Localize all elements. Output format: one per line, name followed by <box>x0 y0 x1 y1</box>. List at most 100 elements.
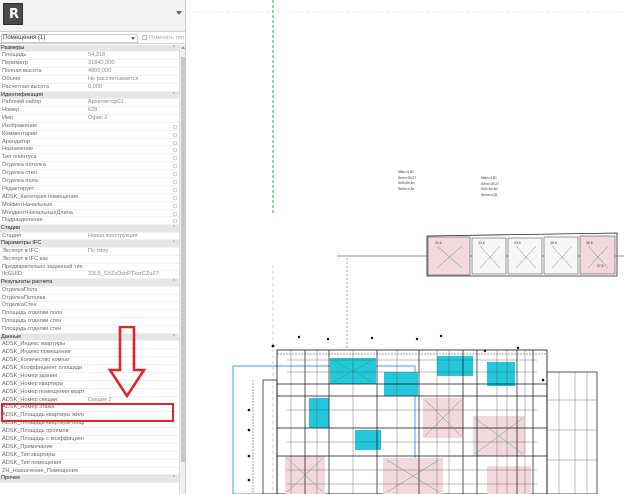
property-row[interactable]: ОтделкаСтен <box>0 302 179 311</box>
property-row[interactable]: ADSK_Номер здания <box>0 373 179 381</box>
property-row[interactable]: Экспорт в IFC По типу <box>0 248 179 256</box>
property-value[interactable]: 4800,000 <box>88 68 174 76</box>
property-row[interactable]: Полная высота 4800,000 <box>0 68 179 76</box>
collapse-toggle-icon[interactable]: ⌃ <box>172 92 176 99</box>
property-row[interactable]: Отделка пола <box>0 178 179 186</box>
property-group-header[interactable]: Размеры ⌃ <box>0 45 179 53</box>
property-row[interactable]: МолдингтНачальныеДлина <box>0 210 179 218</box>
property-row[interactable]: Редактирует <box>0 186 179 194</box>
checkbox[interactable] <box>173 195 177 200</box>
property-group-header[interactable]: Параметры IFC ⌃ <box>0 240 179 248</box>
property-value[interactable]: Новая конструкция <box>88 233 174 241</box>
checkbox[interactable] <box>173 124 177 129</box>
property-row[interactable]: ADSK_Количество комнат <box>0 357 179 365</box>
scroll-up-icon[interactable] <box>181 46 185 49</box>
property-row[interactable]: ADSK_Площадь с коэффициент... <box>0 436 179 444</box>
property-row[interactable]: Подразделение <box>0 217 179 226</box>
property-row[interactable]: ОтделкаПола <box>0 287 179 295</box>
property-row[interactable]: ADSK_Индекс помещения <box>0 349 179 358</box>
checkbox[interactable] <box>173 164 177 169</box>
property-row[interactable]: Рабочий набор Архитектор01 <box>0 99 179 107</box>
collapse-toggle-icon[interactable]: ⌃ <box>172 279 176 286</box>
checkbox[interactable] <box>173 187 177 192</box>
property-row[interactable]: Назначение <box>0 146 179 155</box>
checkbox[interactable] <box>173 219 177 224</box>
checkbox[interactable] <box>173 179 177 184</box>
checkbox[interactable] <box>173 172 177 177</box>
chevron-down-icon[interactable] <box>176 11 182 15</box>
property-row[interactable]: Площадь отделки пола <box>0 310 179 319</box>
property-value[interactable]: 33L9_SXZsDshPTkxrCZuZ7 <box>88 271 174 279</box>
property-row[interactable]: Экспорт в IFC как <box>0 256 179 264</box>
property-value[interactable]: По типу <box>88 248 174 256</box>
property-row[interactable]: Площадь отделки стен <box>0 326 179 334</box>
checkbox[interactable] <box>173 211 177 216</box>
checkbox[interactable] <box>173 156 177 161</box>
property-group-header[interactable]: Прочее ⌃ <box>0 475 179 483</box>
property-row[interactable]: Комментарии <box>0 131 179 139</box>
property-row[interactable]: ADSK_Тип помещения <box>0 460 179 468</box>
collapse-toggle-icon[interactable]: ⌃ <box>172 225 176 232</box>
property-group-header[interactable]: Данные ⌃ <box>0 333 179 342</box>
property-row[interactable]: ADSK_Номер помещения квартир <box>0 389 179 397</box>
property-row[interactable]: Периметр 31840,000 <box>0 60 179 69</box>
property-value[interactable]: 628 <box>88 107 174 115</box>
collapse-toggle-icon[interactable]: ⌃ <box>172 334 176 341</box>
property-value[interactable]: 0,000 <box>88 84 174 92</box>
property-row[interactable]: ADSK_Тип квартиры <box>0 452 179 460</box>
property-row[interactable]: ADSK_Категория помещения <box>0 194 179 202</box>
property-row[interactable]: ADSK_Коэффициент площади <box>0 365 179 373</box>
property-row[interactable]: Предварительно заданный тип I... <box>0 264 179 272</box>
property-row[interactable]: ОтделкаПотолка <box>0 295 179 303</box>
property-row[interactable]: Расчетная высота 0,000 <box>0 84 179 92</box>
property-row[interactable]: ZH_Назначение_Помещения <box>0 468 179 476</box>
property-row[interactable]: Изображение <box>0 123 179 131</box>
property-group-header[interactable]: Результаты расчета ⌃ <box>0 279 179 287</box>
type-selector[interactable]: R <box>0 0 185 32</box>
property-label: ADSK_Индекс помещения <box>2 349 71 356</box>
property-row[interactable]: ADSK_Номер квартиры <box>0 381 179 389</box>
checkbox[interactable] <box>173 140 177 145</box>
property-label: ADSK_Примечание <box>2 443 53 450</box>
property-row[interactable]: ADSK_Площадь проемов <box>0 428 179 436</box>
property-row[interactable]: Имя Офис 2 <box>0 115 179 123</box>
property-value[interactable]: Офис 2 <box>88 115 174 123</box>
collapse-toggle-icon[interactable]: ⌃ <box>172 475 176 482</box>
property-value[interactable]: 31840,000 <box>88 60 174 68</box>
drawing-canvas[interactable]: Nfax=4,50 Smin=39,27 Sn5=6n,6n Smin=n,3n Nf… <box>187 0 624 494</box>
property-row[interactable]: ADSK_Примечание <box>0 444 179 452</box>
property-row[interactable]: МоldинтНачальные <box>0 202 179 210</box>
property-row[interactable]: Площадь 54,318 <box>0 52 179 61</box>
property-row[interactable]: Объем Не рассчитывается <box>0 76 179 84</box>
property-row[interactable]: Тип плинтуса <box>0 154 179 163</box>
property-label: ADSK_Номер здания <box>2 372 58 379</box>
property-value[interactable]: Не рассчитывается <box>88 76 174 84</box>
room-number-label: 33,6 <box>478 241 485 245</box>
property-value[interactable]: Архитектор01 <box>88 99 174 107</box>
property-group-header[interactable]: Идентификация ⌃ <box>0 91 179 100</box>
property-row[interactable]: Площадь отделки стен <box>0 318 179 327</box>
property-row[interactable]: ADSK_Индекс квартиры <box>0 341 179 350</box>
checkbox[interactable] <box>173 132 177 137</box>
property-group-header[interactable]: Стадии ⌃ <box>0 225 179 233</box>
room-tag-line: Sn5=6n,6n <box>398 181 415 185</box>
instance-filter-select[interactable]: Помещения (1) <box>1 34 138 43</box>
checkbox[interactable] <box>173 203 177 208</box>
property-label: ОтделкаПола <box>2 286 38 293</box>
property-row[interactable]: IfcGUID 33L9_SXZsDshPTkxrCZuZ7 <box>0 271 179 280</box>
property-row[interactable]: Стадия Новая конструкция <box>0 233 179 241</box>
edit-type-button[interactable]: Изменить тип <box>142 34 184 43</box>
properties-scrollbar[interactable] <box>179 45 185 494</box>
collapse-toggle-icon[interactable]: ⌃ <box>172 240 176 247</box>
property-row[interactable]: Номер 628 <box>0 107 179 115</box>
property-row[interactable]: Отделка стен <box>0 170 179 178</box>
property-label: ADSK_Номер помещения квартир <box>2 388 84 395</box>
collapse-toggle-icon[interactable]: ⌃ <box>172 45 176 52</box>
property-row[interactable]: Арендатор <box>0 139 179 147</box>
property-row[interactable]: Отделка потолка <box>0 162 179 171</box>
property-value[interactable]: 54,318 <box>88 52 174 60</box>
floor-plan-drawing[interactable] <box>187 0 624 494</box>
checkbox[interactable] <box>173 148 177 153</box>
property-label: IfcGUID <box>2 271 22 278</box>
scroll-thumb[interactable] <box>181 57 185 462</box>
